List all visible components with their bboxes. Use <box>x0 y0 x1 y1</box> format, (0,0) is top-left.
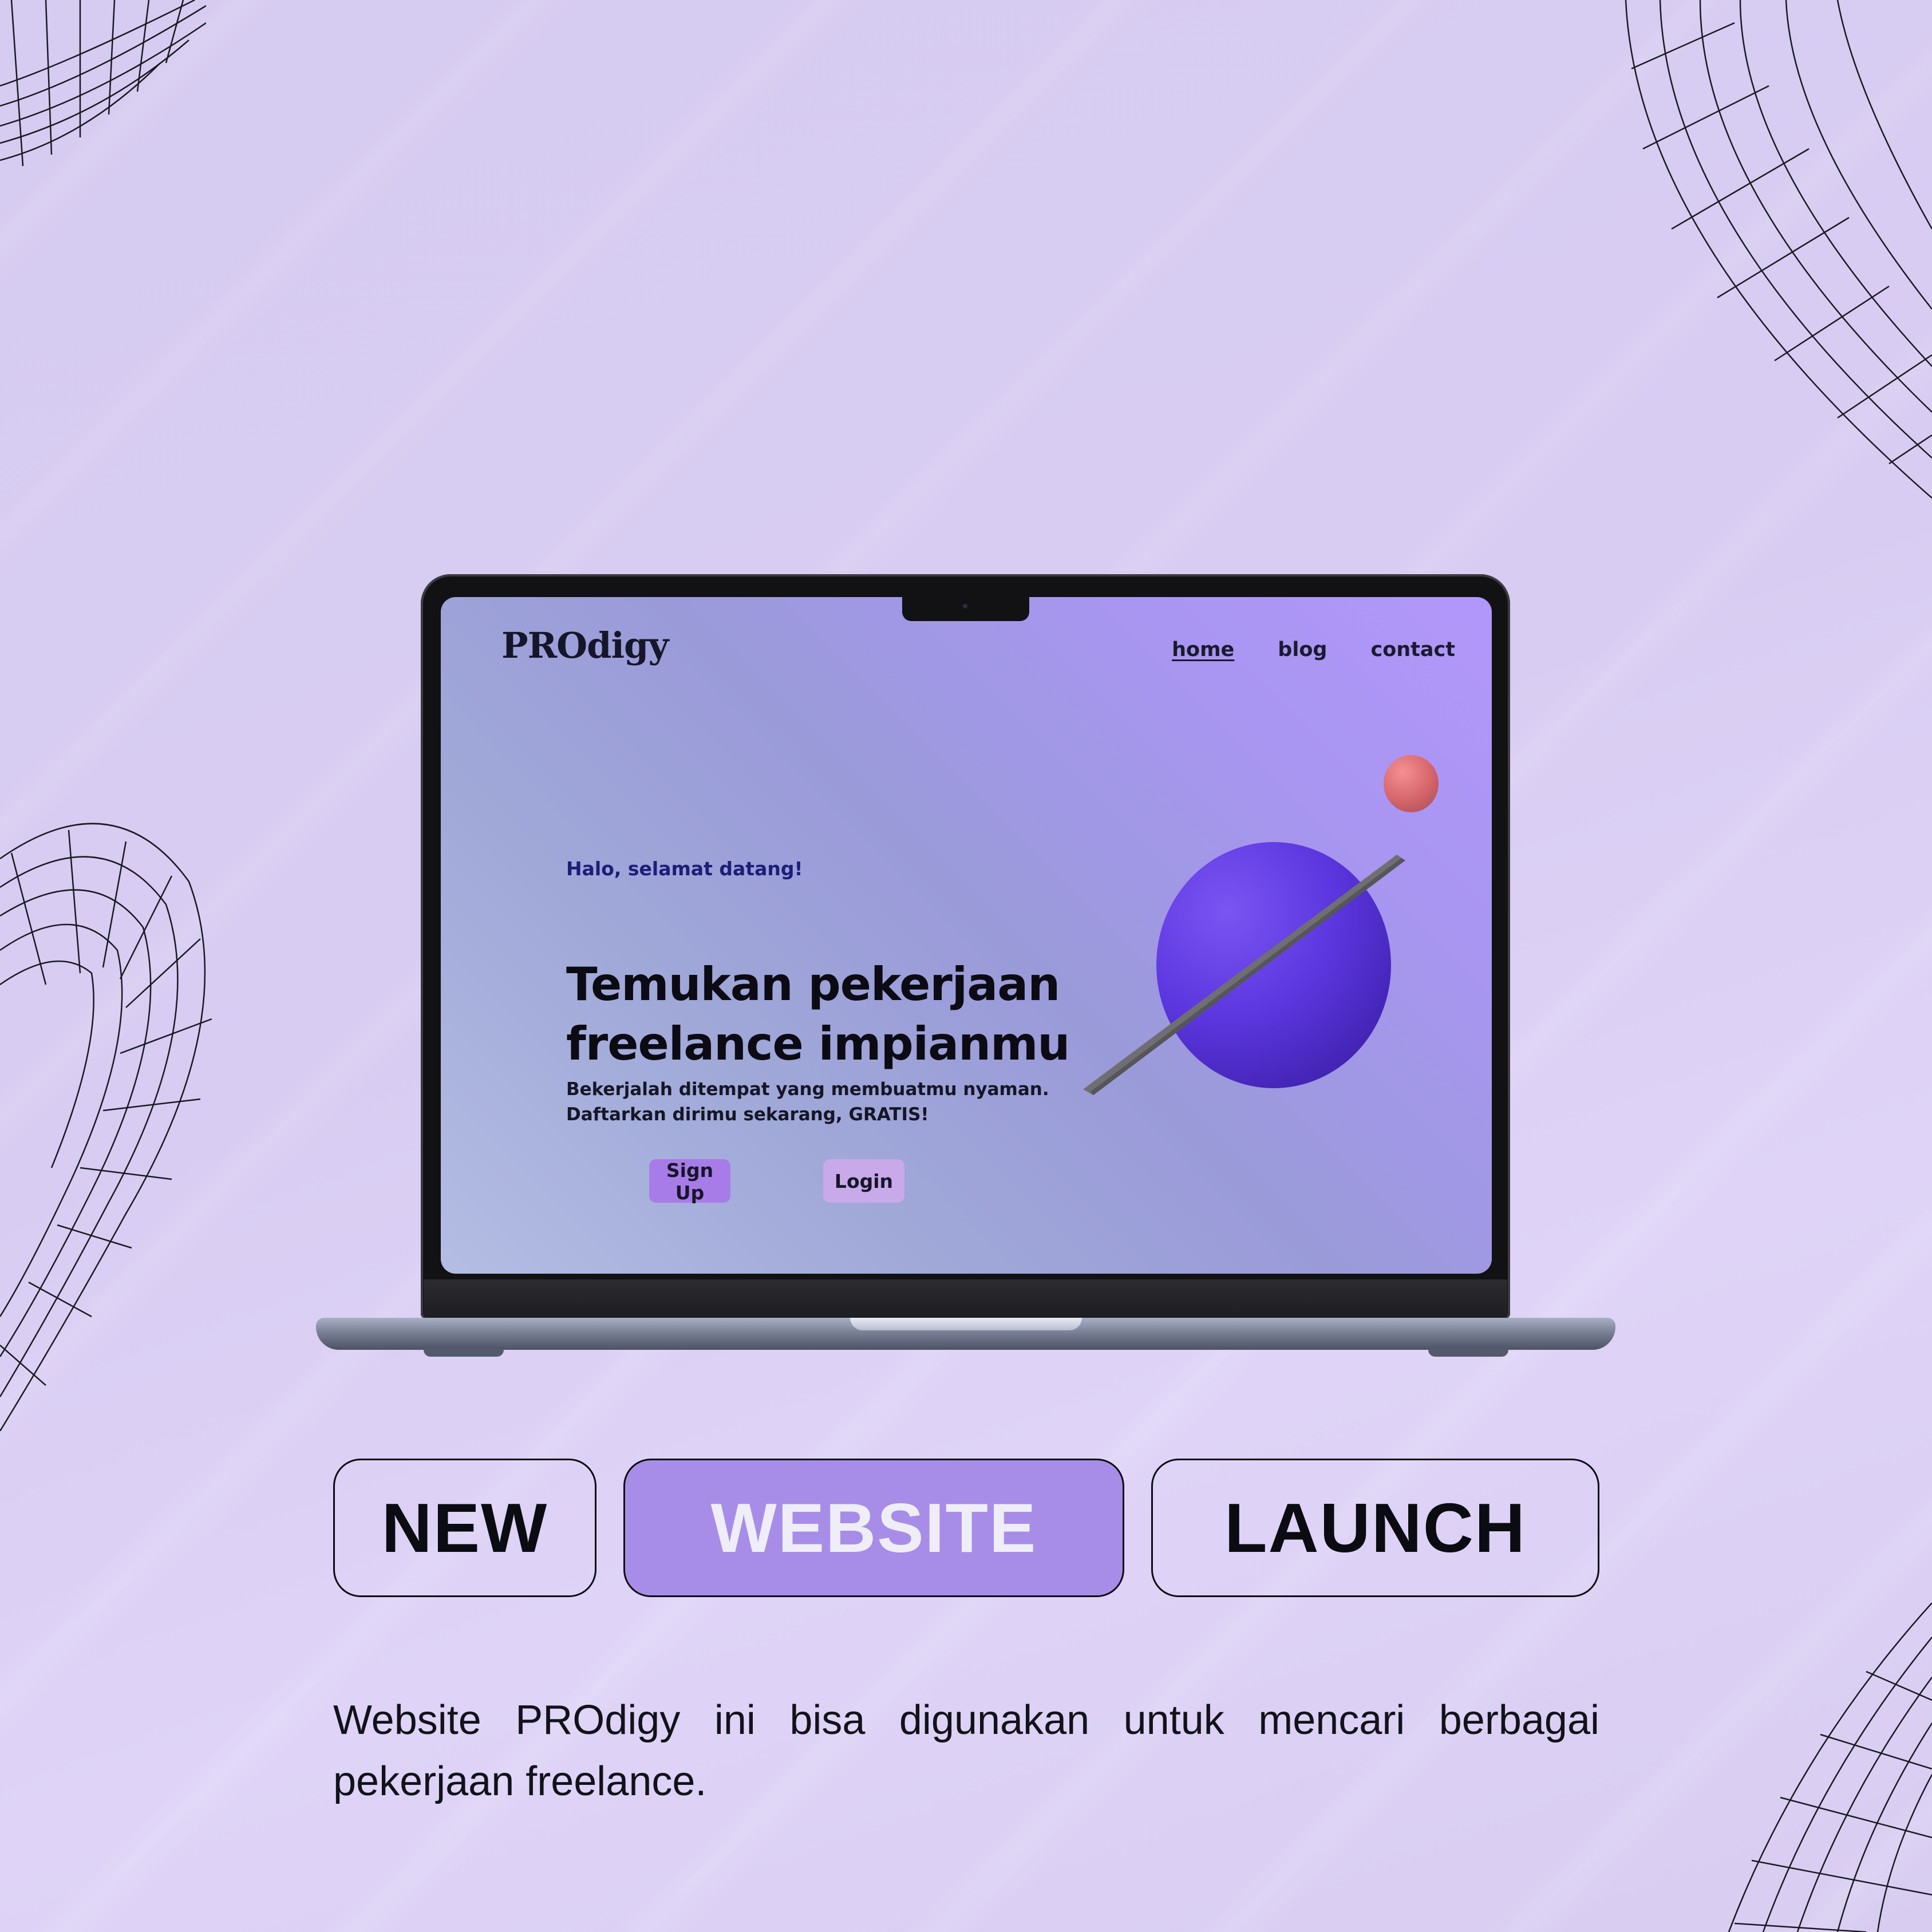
tag-new[interactable]: NEW <box>333 1459 596 1597</box>
site-nav: home blog contact <box>1172 638 1455 661</box>
login-button[interactable]: Login <box>823 1159 904 1203</box>
camera-icon <box>963 604 967 609</box>
nav-link-contact[interactable]: contact <box>1370 638 1455 661</box>
planet-ring-illustration <box>1083 855 1405 1095</box>
wireframe-mesh-bottom-right <box>1728 1603 1932 1932</box>
hero-headline-line2: freelance impianmu <box>566 1017 1070 1070</box>
hero-headline: Temukan pekerjaan freelance impianmu <box>566 955 1081 1074</box>
signup-button[interactable]: Sign Up <box>649 1159 730 1204</box>
laptop-chin <box>424 1279 1507 1318</box>
nav-link-blog[interactable]: blog <box>1278 638 1327 661</box>
laptop-foot-left <box>424 1349 504 1357</box>
hero-subtext-line2: Daftarkan dirimu sekarang, GRATIS! <box>566 1104 929 1125</box>
hero-subtext-line1: Bekerjalah ditempat yang membuatmu nyama… <box>566 1079 1049 1100</box>
laptop-opening-groove <box>850 1318 1082 1330</box>
tag-launch[interactable]: LAUNCH <box>1151 1459 1599 1597</box>
hero-greeting: Halo, selamat datang! <box>566 858 803 880</box>
wireframe-mesh-top-right <box>1625 0 1932 499</box>
wireframe-mesh-top-left <box>0 0 206 167</box>
laptop-screen: PROdigy home blog contact Halo, selamat … <box>441 597 1492 1274</box>
description-text: Website PROdigy ini bisa digunakan untuk… <box>333 1697 1599 1804</box>
moon-illustration <box>1384 755 1439 812</box>
hero-headline-line1: Temukan pekerjaan <box>566 958 1060 1011</box>
camera-notch <box>902 597 1029 621</box>
wireframe-mesh-left <box>0 823 212 1431</box>
laptop-foot-right <box>1428 1349 1508 1357</box>
hero-subtext: Bekerjalah ditempat yang membuatmu nyama… <box>566 1077 1081 1127</box>
site-logo[interactable]: PROdigy <box>501 625 669 666</box>
tag-website[interactable]: WEBSITE <box>623 1459 1124 1597</box>
nav-link-home[interactable]: home <box>1172 638 1234 661</box>
